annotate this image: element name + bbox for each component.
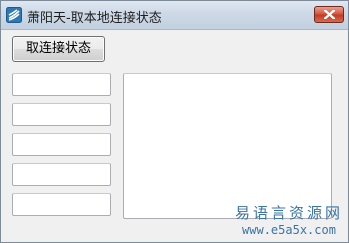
status-field-3[interactable] [12, 133, 111, 156]
close-button[interactable] [314, 6, 344, 23]
watermark-url: www.e5a5x.com [242, 223, 336, 237]
connection-list-box[interactable] [123, 73, 332, 219]
app-logo-icon [6, 7, 22, 23]
get-connection-status-button[interactable]: 取连接状态 [12, 36, 105, 62]
watermark: 易语言资源网 www.e5a5x.com [231, 204, 347, 242]
main-window: 萧阳天-取本地连接状态 取连接状态 易语言资源网 www.e5a5x.com [0, 0, 349, 243]
window-title: 萧阳天-取本地连接状态 [27, 11, 162, 26]
title-bar[interactable]: 萧阳天-取本地连接状态 [1, 1, 348, 30]
status-field-5[interactable] [12, 193, 111, 216]
close-icon [324, 10, 335, 19]
status-field-2[interactable] [12, 103, 111, 126]
status-field-4[interactable] [12, 163, 111, 186]
watermark-name: 易语言资源网 [234, 204, 343, 222]
status-field-1[interactable] [12, 73, 111, 96]
